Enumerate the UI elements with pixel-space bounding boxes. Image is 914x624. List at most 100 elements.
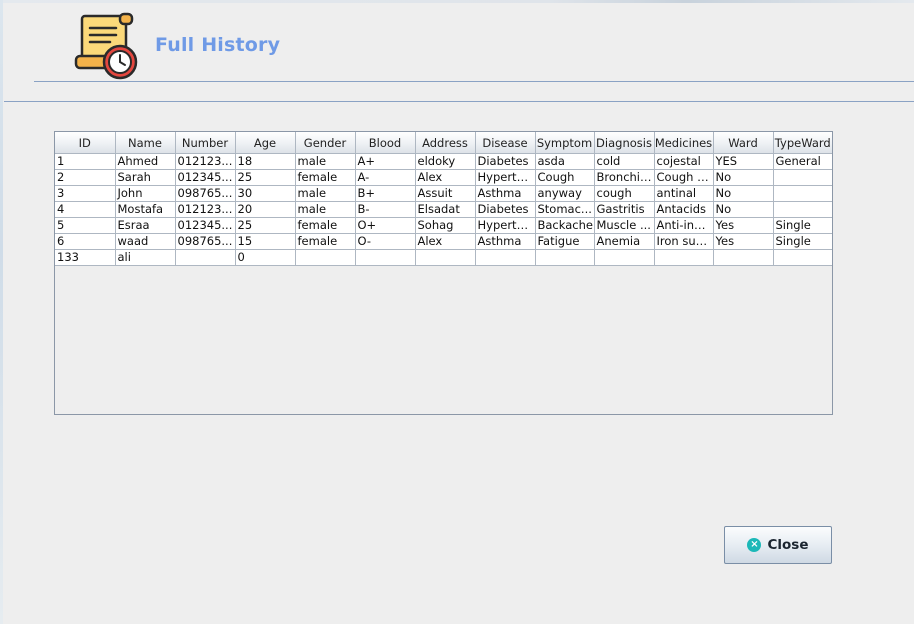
table-cell[interactable]: cold bbox=[594, 153, 655, 170]
table-cell[interactable]: Antacids bbox=[654, 201, 714, 218]
table-cell[interactable]: Ahmed bbox=[115, 153, 176, 170]
column-header[interactable]: ID bbox=[55, 132, 116, 154]
column-header[interactable]: Ward bbox=[713, 132, 774, 154]
table-cell[interactable]: Anemia bbox=[594, 233, 655, 250]
table-cell[interactable]: female bbox=[295, 217, 356, 234]
history-table[interactable]: ID Name Number Age Gender Blood Address … bbox=[55, 132, 832, 266]
table-cell[interactable]: Backache bbox=[535, 217, 595, 234]
column-header[interactable]: Name bbox=[115, 132, 176, 154]
table-cell[interactable]: Mostafa bbox=[115, 201, 176, 218]
table-cell[interactable]: waad bbox=[115, 233, 176, 250]
table-cell[interactable]: No bbox=[713, 185, 774, 202]
table-cell[interactable]: A+ bbox=[355, 153, 416, 170]
table-cell[interactable]: Stomac... bbox=[535, 201, 595, 218]
table-cell[interactable]: 20 bbox=[235, 201, 296, 218]
table-row[interactable]: 1 Ahmed 012123... 18 male A+ eldoky Diabetes asd… bbox=[55, 153, 832, 170]
table-cell[interactable]: Muscle ... bbox=[594, 217, 655, 234]
table-cell[interactable]: 30 bbox=[235, 185, 296, 202]
table-cell[interactable]: Single bbox=[773, 217, 832, 234]
history-table-panel[interactable]: ID Name Number Age Gender Blood Address … bbox=[54, 131, 833, 415]
table-cell[interactable]: Asthma bbox=[475, 185, 536, 202]
table-row[interactable]: 5 Esraa 012345... 25 female O+ Sohag Hyperte...… bbox=[55, 217, 832, 234]
table-row[interactable]: 133 ali 0 bbox=[55, 249, 832, 266]
column-header[interactable]: Disease bbox=[475, 132, 536, 154]
table-cell[interactable]: 133 bbox=[55, 249, 116, 266]
table-cell[interactable]: O+ bbox=[355, 217, 416, 234]
table-cell[interactable] bbox=[475, 249, 536, 266]
table-cell[interactable]: 012123... bbox=[175, 201, 236, 218]
table-cell[interactable]: Sarah bbox=[115, 169, 176, 186]
table-cell[interactable]: 098765... bbox=[175, 185, 236, 202]
table-cell[interactable]: 4 bbox=[55, 201, 116, 218]
table-cell[interactable]: male bbox=[295, 185, 356, 202]
table-cell[interactable]: eldoky bbox=[415, 153, 476, 170]
table-cell[interactable]: 5 bbox=[55, 217, 116, 234]
table-cell[interactable]: 1 bbox=[55, 153, 116, 170]
table-cell[interactable]: Single bbox=[773, 233, 832, 250]
table-cell[interactable]: B+ bbox=[355, 185, 416, 202]
table-cell[interactable]: Fatigue bbox=[535, 233, 595, 250]
table-row[interactable]: 6 waad 098765... 15 female O- Alex Asthma Fatigu… bbox=[55, 233, 832, 250]
table-cell[interactable]: Alex bbox=[415, 233, 476, 250]
table-cell[interactable]: Bronchitis bbox=[594, 169, 655, 186]
table-cell[interactable]: 0 bbox=[235, 249, 296, 266]
table-cell[interactable]: A- bbox=[355, 169, 416, 186]
table-cell[interactable]: Alex bbox=[415, 169, 476, 186]
close-button[interactable]: × Close bbox=[724, 526, 832, 564]
table-cell[interactable]: O- bbox=[355, 233, 416, 250]
table-cell[interactable] bbox=[773, 201, 832, 218]
table-cell[interactable]: antinal bbox=[654, 185, 714, 202]
table-row[interactable]: 3 John 098765... 30 male B+ Assuit Asthma anyway… bbox=[55, 185, 832, 202]
column-header[interactable]: Medicines bbox=[654, 132, 714, 154]
table-cell[interactable]: Elsadat bbox=[415, 201, 476, 218]
table-cell[interactable] bbox=[713, 249, 774, 266]
table-cell[interactable]: Esraa bbox=[115, 217, 176, 234]
table-cell[interactable]: anyway bbox=[535, 185, 595, 202]
table-cell[interactable] bbox=[773, 249, 832, 266]
column-header[interactable]: Age bbox=[235, 132, 296, 154]
column-header[interactable]: Symptom bbox=[535, 132, 595, 154]
table-cell[interactable]: female bbox=[295, 169, 356, 186]
table-cell[interactable]: 3 bbox=[55, 185, 116, 202]
table-cell[interactable] bbox=[535, 249, 595, 266]
table-cell[interactable]: Hyperte... bbox=[475, 169, 536, 186]
table-cell[interactable]: 15 bbox=[235, 233, 296, 250]
table-cell[interactable]: No bbox=[713, 169, 774, 186]
column-header[interactable]: Gender bbox=[295, 132, 356, 154]
table-cell[interactable]: Assuit bbox=[415, 185, 476, 202]
column-header[interactable]: Address bbox=[415, 132, 476, 154]
table-cell[interactable]: Hyperte... bbox=[475, 217, 536, 234]
table-cell[interactable] bbox=[175, 249, 236, 266]
table-cell[interactable]: Diabetes bbox=[475, 201, 536, 218]
table-cell[interactable]: cojestal bbox=[654, 153, 714, 170]
table-cell[interactable]: 012123... bbox=[175, 153, 236, 170]
table-row[interactable]: 4 Mostafa 012123... 20 male B- Elsadat Diabetes… bbox=[55, 201, 832, 218]
table-cell[interactable]: 098765... bbox=[175, 233, 236, 250]
table-cell[interactable]: 25 bbox=[235, 217, 296, 234]
table-cell[interactable] bbox=[295, 249, 356, 266]
table-cell[interactable]: No bbox=[713, 201, 774, 218]
table-cell[interactable]: Diabetes bbox=[475, 153, 536, 170]
table-cell[interactable] bbox=[654, 249, 714, 266]
table-cell[interactable]: ali bbox=[115, 249, 176, 266]
table-cell[interactable]: Gastritis bbox=[594, 201, 655, 218]
table-cell[interactable]: Cough s... bbox=[654, 169, 714, 186]
table-cell[interactable]: Anti-infla... bbox=[654, 217, 714, 234]
table-cell[interactable]: male bbox=[295, 201, 356, 218]
table-cell[interactable]: John bbox=[115, 185, 176, 202]
table-cell[interactable]: male bbox=[295, 153, 356, 170]
table-cell[interactable]: Sohag bbox=[415, 217, 476, 234]
table-cell[interactable]: Yes bbox=[713, 233, 774, 250]
table-cell[interactable]: cough bbox=[594, 185, 655, 202]
table-cell[interactable]: Asthma bbox=[475, 233, 536, 250]
table-cell[interactable] bbox=[773, 169, 832, 186]
column-header[interactable]: Blood bbox=[355, 132, 416, 154]
table-cell[interactable]: 012345... bbox=[175, 217, 236, 234]
table-cell[interactable]: YES bbox=[713, 153, 774, 170]
column-header[interactable]: TypeWard bbox=[773, 132, 832, 154]
table-cell[interactable] bbox=[415, 249, 476, 266]
table-cell[interactable]: Cough bbox=[535, 169, 595, 186]
table-cell[interactable]: 2 bbox=[55, 169, 116, 186]
table-cell[interactable] bbox=[355, 249, 416, 266]
column-header[interactable]: Number bbox=[175, 132, 236, 154]
